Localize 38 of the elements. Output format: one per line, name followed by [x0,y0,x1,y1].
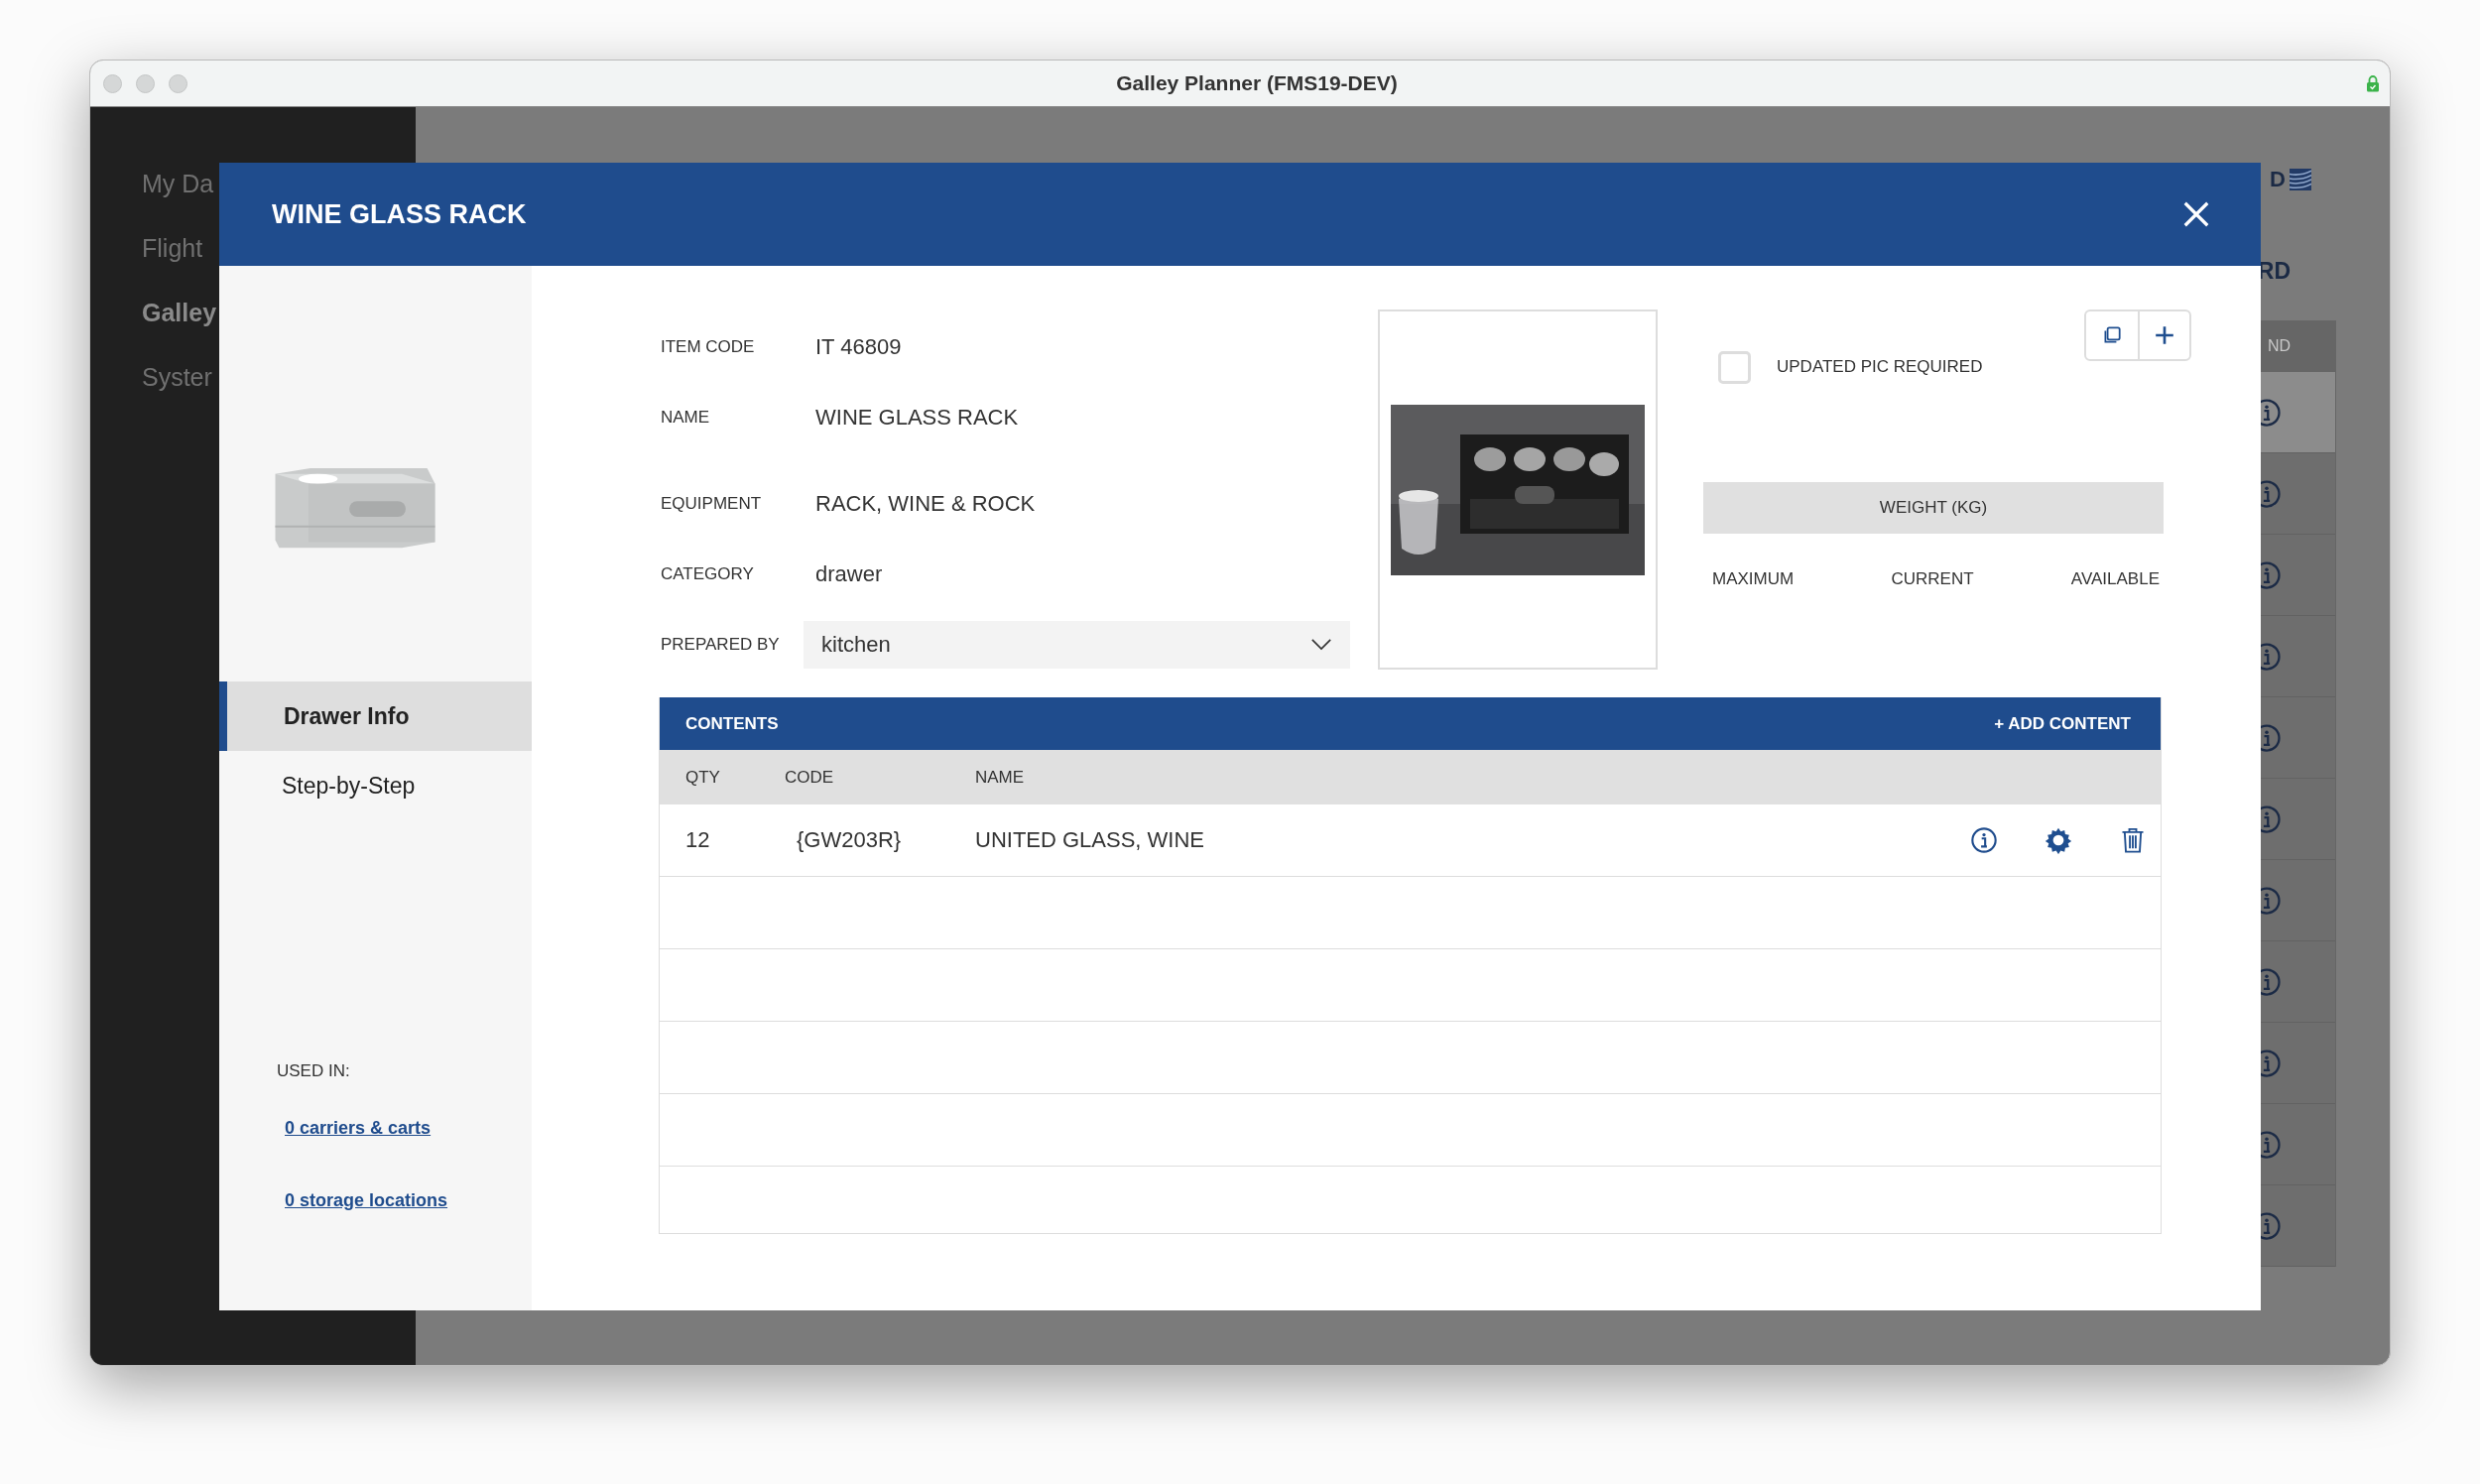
field-label: EQUIPMENT [661,493,763,514]
link[interactable]: 0 carriers & carts [285,1118,432,1139]
table-title: CONTENTS [685,713,779,734]
link[interactable]: 0 storage locations [285,1190,448,1211]
column-label: MAXIMUM [1712,569,1795,589]
weight-header: WEIGHT (KG) [1703,482,2164,534]
checkbox[interactable] [1718,350,1751,384]
column-label: CURRENT [1891,569,1974,589]
column-header: CODE [785,767,835,788]
chevron-down-icon [1310,638,1332,651]
field-value: IT 46809 [815,333,902,360]
field-label: PREPARED BY [661,634,781,655]
field-label: NAME [661,407,711,428]
column-label: AVAILABLE [2070,569,2160,589]
logo: D [2270,167,2311,192]
info-icon[interactable] [1970,826,1998,854]
field-label: CATEGORY [661,563,755,584]
table-cell-text: {GW203R} [796,827,903,853]
close-icon [2181,199,2211,229]
table-cell-text: 12 [684,827,711,853]
section-label: USED IN: [277,1061,350,1081]
field-label: ITEM CODE [661,336,756,357]
field-value: drawer [815,560,883,587]
window-title: Galley Planner (FMS19-DEV) [1115,71,1399,95]
dialog-title: WINE GLASS RACK [272,198,527,230]
nav-tab[interactable]: Step-by-Step [219,751,532,820]
settings-icon[interactable] [2045,826,2072,854]
dropdown[interactable]: kitchen [804,620,1350,669]
plus-icon [2154,324,2175,346]
field-value: RACK, WINE & ROCK [815,490,1036,517]
field-value: WINE GLASS RACK [815,404,1019,431]
table-cell-text: UNITED GLASS, WINE [975,827,1206,853]
globe-icon [2290,169,2311,190]
column-header: NAME [975,767,1026,788]
add-content-link[interactable]: + ADD CONTENT [1994,713,2131,734]
lock-icon [2366,74,2380,92]
column-header: QTY [684,767,721,788]
nav-tab[interactable]: Drawer Info [219,681,532,751]
